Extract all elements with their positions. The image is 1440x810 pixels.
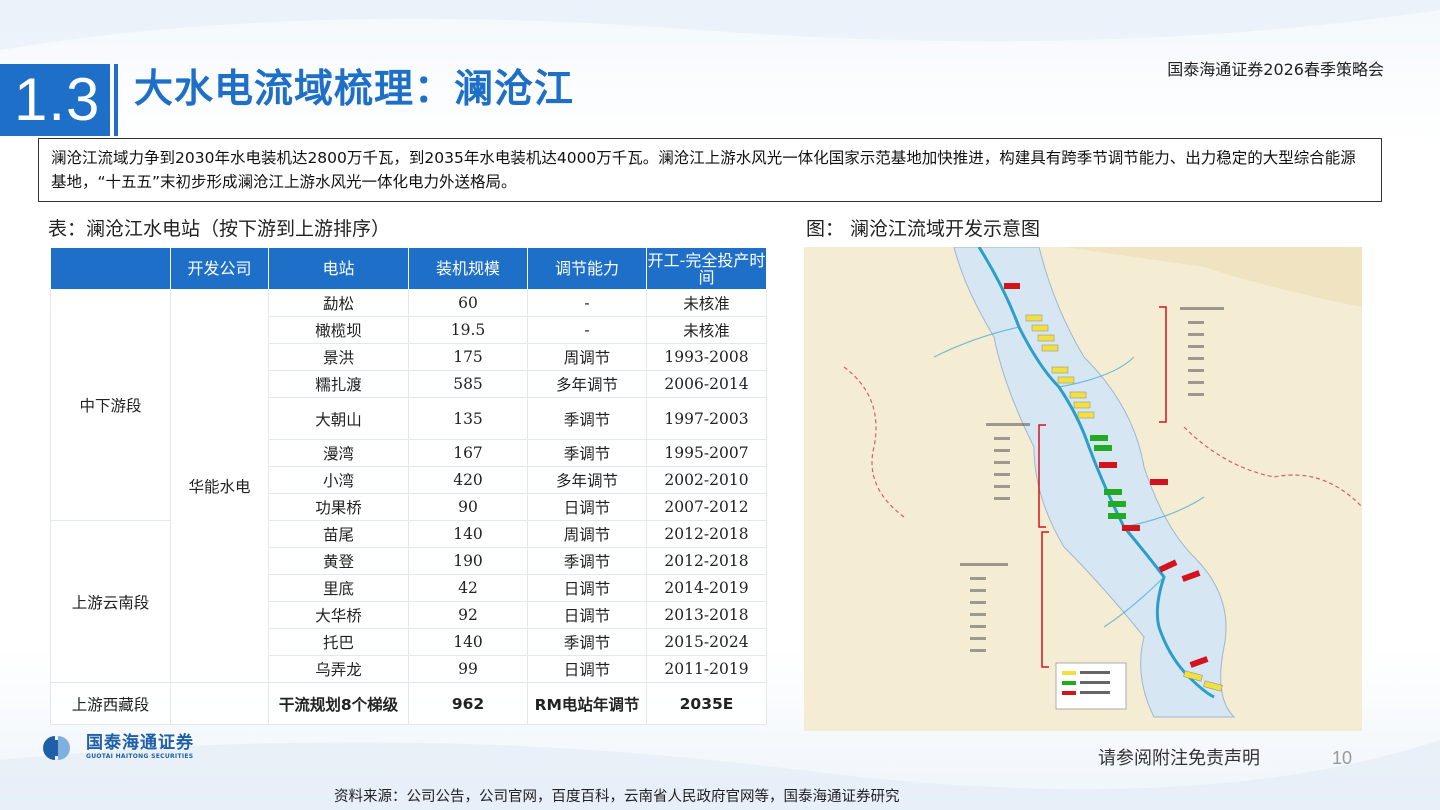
station-cell: 苗尾 [268, 520, 409, 548]
disclaimer: 请参阅附注免责声明 [1098, 748, 1260, 769]
period-cell: 1993-2008 [646, 343, 767, 371]
station-cell: 橄榄坝 [268, 316, 409, 344]
page-number: 10 [1332, 748, 1353, 768]
station-cell: 景洪 [268, 343, 409, 371]
capacity-cell: 140 [408, 628, 528, 656]
table-row: 上游云南段 苗尾 140 周调节 2012-2018 [50, 520, 767, 683]
period-cell: 2002-2010 [646, 466, 767, 494]
table-caption: 表：澜沧江水电站（按下游到上游排序） [48, 218, 391, 240]
capacity-cell: 190 [408, 547, 528, 575]
regulation-cell: RM电站年调节 [527, 682, 647, 725]
capacity-cell: 19.5 [408, 316, 528, 344]
period-cell: 未核准 [646, 289, 767, 317]
summary-box: 澜沧江流域力争到2030年水电装机达2800万千瓦，到2035年水电装机达400… [38, 138, 1382, 202]
header-period: 开工-完全投产时间 [646, 247, 767, 290]
map-legend [1055, 662, 1127, 710]
header-station: 电站 [268, 247, 409, 290]
period-cell: 2015-2024 [646, 628, 767, 656]
capacity-cell: 585 [408, 370, 528, 398]
station-cell: 托巴 [268, 628, 409, 656]
capacity-cell: 135 [408, 397, 528, 440]
station-cell: 黄登 [268, 547, 409, 575]
period-cell: 2012-2018 [646, 520, 767, 548]
regulation-cell: 周调节 [527, 343, 647, 371]
regulation-cell: - [527, 316, 647, 344]
regulation-cell: 日调节 [527, 574, 647, 602]
page-title: 大水电流域梳理：澜沧江 [134, 67, 575, 112]
regulation-cell: 季调节 [527, 628, 647, 656]
regulation-cell: 季调节 [527, 547, 647, 575]
station-cell: 里底 [268, 574, 409, 602]
capacity-cell: 90 [408, 493, 528, 521]
logo-chinese: 国泰海通证券 [86, 733, 194, 753]
period-cell: 未核准 [646, 316, 767, 344]
regulation-cell: 多年调节 [527, 370, 647, 398]
header-regulation: 调节能力 [527, 247, 647, 290]
station-cell: 干流规划8个梯级 [268, 682, 409, 725]
station-cell: 糯扎渡 [268, 370, 409, 398]
capacity-cell: 167 [408, 439, 528, 467]
header-capacity: 装机规模 [408, 247, 528, 290]
capacity-cell: 140 [408, 520, 528, 548]
conference-label: 国泰海通证券2026春季策略会 [1167, 60, 1384, 79]
segment-cell: 中下游段 [50, 289, 171, 521]
logo-english: GUOTAI HAITONG SECURITIES [86, 753, 194, 760]
segment-cell: 上游西藏段 [50, 682, 171, 725]
hydropower-table: 开发公司 电站 装机规模 调节能力 开工-完全投产时间 中下游段 华能水电 勐松… [50, 247, 767, 725]
period-cell: 2035E [646, 682, 767, 725]
regulation-cell: 日调节 [527, 655, 647, 683]
segment-cell: 上游云南段 [50, 520, 171, 683]
station-cell: 大华桥 [268, 601, 409, 629]
logo-icon [43, 735, 70, 760]
table-row: 上游西藏段 干流规划8个梯级 962 RM电站年调节 2035E [50, 682, 767, 725]
station-cell: 乌弄龙 [268, 655, 409, 683]
regulation-cell: 周调节 [527, 520, 647, 548]
period-cell: 1995-2007 [646, 439, 767, 467]
capacity-cell: 175 [408, 343, 528, 371]
regulation-cell: 季调节 [527, 439, 647, 467]
capacity-cell: 92 [408, 601, 528, 629]
station-cell: 漫湾 [268, 439, 409, 467]
section-divider [114, 64, 118, 136]
regulation-cell: 季调节 [527, 397, 647, 440]
lancang-basin-map [804, 247, 1362, 731]
period-cell: 2006-2014 [646, 370, 767, 398]
company-cell-empty [170, 682, 269, 725]
station-cell: 功果桥 [268, 493, 409, 521]
company-cell: 华能水电 [170, 289, 269, 683]
header-company: 开发公司 [170, 247, 269, 290]
period-cell: 2012-2018 [646, 547, 767, 575]
header-segment [50, 247, 171, 290]
regulation-cell: 日调节 [527, 493, 647, 521]
capacity-cell: 99 [408, 655, 528, 683]
section-number: 1.3 [0, 64, 110, 136]
figure-caption: 图： 澜沧江流域开发示意图 [806, 218, 1041, 240]
map-image [804, 247, 1362, 731]
capacity-cell: 60 [408, 289, 528, 317]
regulation-cell: - [527, 289, 647, 317]
regulation-cell: 日调节 [527, 601, 647, 629]
period-cell: 2013-2018 [646, 601, 767, 629]
capacity-cell: 42 [408, 574, 528, 602]
period-cell: 1997-2003 [646, 397, 767, 440]
regulation-cell: 多年调节 [527, 466, 647, 494]
capacity-cell: 962 [408, 682, 528, 725]
table-header-row: 开发公司 电站 装机规模 调节能力 开工-完全投产时间 [50, 247, 767, 290]
station-cell: 小湾 [268, 466, 409, 494]
table-row: 中下游段 华能水电 勐松 60 - 未核准 [50, 289, 767, 683]
station-cell: 勐松 [268, 289, 409, 317]
capacity-cell: 420 [408, 466, 528, 494]
period-cell: 2014-2019 [646, 574, 767, 602]
period-cell: 2011-2019 [646, 655, 767, 683]
company-logo: 国泰海通证券 GUOTAI HAITONG SECURITIES [42, 734, 194, 761]
period-cell: 2007-2012 [646, 493, 767, 521]
source-note: 资料来源：公司公告，公司官网，百度百科，云南省人民政府官网等，国泰海通证券研究 [334, 789, 900, 805]
station-cell: 大朝山 [268, 397, 409, 440]
